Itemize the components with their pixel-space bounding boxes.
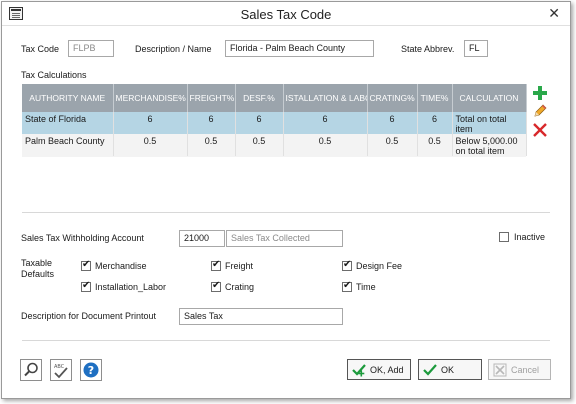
cell-authority[interactable]: State of Florida (22, 112, 114, 134)
divider (22, 212, 550, 213)
tax-code-field[interactable]: FLPB (68, 40, 114, 57)
cell-freight[interactable]: 6 (187, 112, 236, 134)
cell-crating[interactable]: 6 (367, 112, 418, 134)
description-field[interactable]: Florida - Palm Beach County (225, 40, 374, 57)
edit-pencil-icon[interactable] (532, 103, 548, 119)
sales-tax-code-dialog: Sales Tax Code ✕ Tax Code FLPB Descripti… (1, 1, 571, 399)
cell-installation[interactable]: 6 (283, 112, 368, 134)
divider (22, 340, 550, 341)
cell-time[interactable]: 6 (417, 112, 453, 134)
merchandise-label: Merchandise (95, 261, 147, 271)
printout-description-field[interactable]: Sales Tax (179, 308, 343, 325)
printout-description-label: Description for Document Printout (21, 311, 157, 321)
check-icon (423, 363, 437, 376)
column-header-calculation[interactable]: CALCULATION (452, 84, 527, 112)
crating-checkbox[interactable] (211, 280, 221, 292)
column-header-freight[interactable]: FREIGHT% (187, 84, 236, 112)
cancel-label: Cancel (511, 364, 540, 375)
title-bar: Sales Tax Code ✕ (2, 2, 570, 26)
cell-desf[interactable]: 6 (235, 112, 284, 134)
search-button[interactable] (20, 359, 42, 381)
merchandise-checkbox[interactable] (81, 259, 91, 271)
cell-freight[interactable]: 0.5 (187, 134, 236, 156)
cell-authority[interactable]: Palm Beach County (22, 134, 114, 156)
description-label: Description / Name (135, 44, 212, 54)
search-icon (24, 362, 38, 377)
ok-add-label: OK, Add (370, 364, 404, 375)
inactive-label: Inactive (514, 232, 546, 242)
help-icon: ? (83, 362, 99, 378)
svg-text:ABC: ABC (54, 364, 65, 370)
table-row[interactable]: State of Florida 6 6 6 6 6 6 Total on to… (22, 112, 527, 134)
column-header-installation[interactable]: ISTALLATION & LABO (283, 84, 368, 112)
cancel-icon (493, 363, 507, 376)
installation-checkbox[interactable] (81, 280, 91, 292)
cell-desf[interactable]: 0.5 (235, 134, 284, 156)
delete-icon[interactable] (532, 122, 548, 138)
column-header-authority[interactable]: AUTHORITY NAME (22, 84, 114, 112)
cell-merchandise[interactable]: 0.5 (113, 134, 188, 156)
cell-crating[interactable]: 0.5 (367, 134, 418, 156)
taxable-label: Taxable (21, 258, 53, 268)
installation-label: Installation_Labor (95, 282, 167, 292)
time-label: Time (356, 282, 376, 292)
spellcheck-button[interactable]: ABC (50, 359, 72, 381)
ok-label: OK (441, 364, 455, 375)
design-fee-checkbox[interactable] (342, 259, 352, 271)
column-header-time[interactable]: TIME% (417, 84, 453, 112)
freight-label: Freight (225, 261, 254, 271)
inactive-checkbox[interactable] (499, 232, 509, 242)
table-row[interactable]: Palm Beach County 0.5 0.5 0.5 0.5 0.5 0.… (22, 134, 527, 156)
window-title: Sales Tax Code (240, 7, 332, 22)
add-icon[interactable] (532, 85, 548, 101)
svg-text:?: ? (88, 364, 94, 377)
crating-label: Crating (225, 282, 255, 292)
ok-button[interactable]: OK (418, 359, 482, 380)
ok-add-button[interactable]: OK, Add (347, 359, 411, 380)
tax-code-label: Tax Code (21, 44, 60, 54)
cell-merchandise[interactable]: 6 (113, 112, 188, 134)
column-header-merchandise[interactable]: MERCHANDISE% (113, 84, 188, 112)
freight-checkbox[interactable] (211, 259, 221, 271)
cell-installation[interactable]: 0.5 (283, 134, 368, 156)
column-header-desf[interactable]: DESF.% (235, 84, 284, 112)
help-button[interactable]: ? (80, 359, 102, 381)
cell-calculation[interactable]: Below 5,000.00 on total item (452, 134, 527, 156)
withholding-account-description: Sales Tax Collected (226, 230, 343, 247)
time-checkbox[interactable] (342, 280, 352, 292)
cell-time[interactable]: 0.5 (417, 134, 453, 156)
defaults-label: Defaults (21, 269, 55, 279)
column-header-crating[interactable]: CRATING% (367, 84, 418, 112)
withholding-account-label: Sales Tax Withholding Account (21, 233, 144, 243)
grid-header-row: AUTHORITY NAME MERCHANDISE% FREIGHT% DES… (22, 84, 527, 112)
tax-calculations-label: Tax Calculations (21, 70, 87, 80)
state-abbrev-label: State Abbrev. (401, 44, 455, 54)
check-add-icon (352, 363, 366, 376)
spellcheck-icon: ABC (54, 364, 68, 379)
cancel-button[interactable]: Cancel (488, 359, 551, 380)
tax-calculations-grid[interactable]: AUTHORITY NAME MERCHANDISE% FREIGHT% DES… (22, 84, 527, 156)
state-abbrev-field[interactable]: FL (464, 40, 488, 57)
withholding-account-field[interactable]: 21000 (179, 230, 225, 247)
close-icon[interactable]: ✕ (548, 5, 560, 22)
design-fee-label: Design Fee (356, 261, 403, 271)
cell-calculation[interactable]: Total on total item (452, 112, 527, 134)
